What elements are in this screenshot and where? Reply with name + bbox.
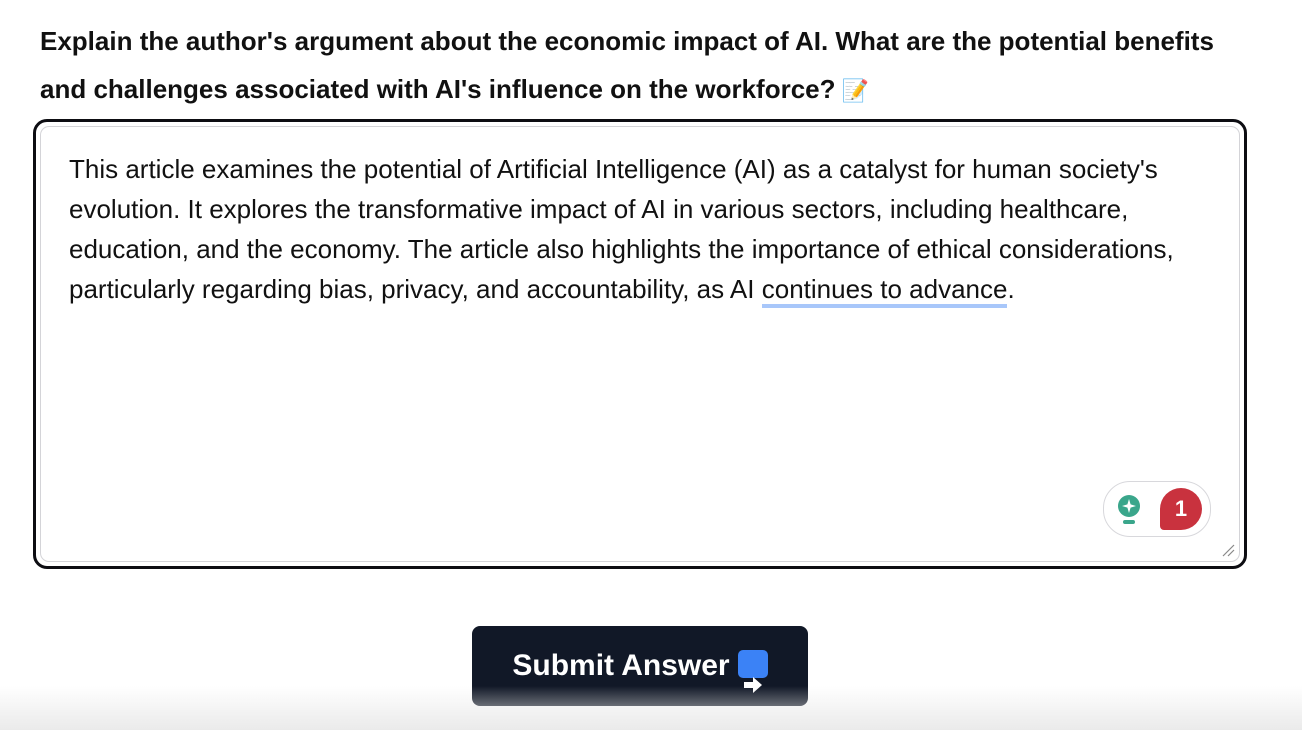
writing-assistant-widget[interactable]: 1	[1103, 481, 1211, 537]
grammar-suggestion-highlight[interactable]: continues to advance	[761, 274, 1008, 308]
question-prompt: Explain the author's argument about the …	[40, 17, 1240, 116]
submit-answer-button[interactable]: Submit Answer	[472, 626, 808, 706]
answer-textarea[interactable]: This article examines the potential of A…	[33, 119, 1247, 569]
page: Explain the author's argument about the …	[0, 0, 1302, 730]
resize-handle-icon[interactable]	[1221, 543, 1235, 557]
lightbulb-icon[interactable]	[1116, 494, 1142, 528]
suggestion-count-badge[interactable]: 1	[1160, 488, 1202, 530]
answer-textarea-inner[interactable]: This article examines the potential of A…	[40, 126, 1240, 562]
question-text: Explain the author's argument about the …	[40, 26, 1214, 104]
answer-text-end: .	[1007, 274, 1015, 304]
answer-text[interactable]: This article examines the potential of A…	[69, 149, 1219, 309]
right-arrow-icon	[737, 650, 768, 694]
submit-answer-label: Submit Answer	[512, 649, 730, 682]
memo-icon: 📝	[841, 79, 869, 104]
